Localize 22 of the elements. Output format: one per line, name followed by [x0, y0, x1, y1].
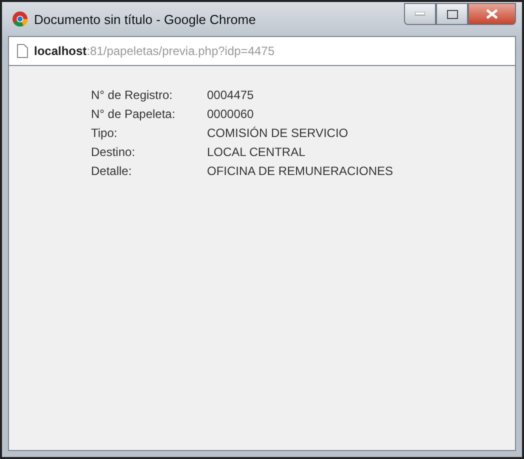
url-path: :81/papeletas/previa.php?idp=4475 [86, 44, 275, 58]
maximize-button[interactable] [436, 3, 468, 25]
address-bar[interactable]: localhost:81/papeletas/previa.php?idp=4475 [8, 36, 516, 66]
field-label: Tipo: [91, 126, 118, 140]
field-label: Detalle: [91, 164, 133, 178]
field-value: 0000060 [207, 107, 255, 121]
field-label: N° de Registro: [91, 88, 174, 102]
url-host: localhost [34, 44, 87, 58]
close-icon [486, 9, 498, 19]
minimize-button[interactable] [404, 3, 436, 25]
field-label: Destino: [91, 145, 136, 159]
field-value: OFICINA DE REMUNERACIONES [207, 164, 394, 178]
window-title: Documento sin título - Google Chrome [34, 12, 257, 26]
close-button[interactable] [468, 3, 516, 25]
field-value: LOCAL CENTRAL [207, 145, 306, 159]
field-value: COMISIÓN DE SERVICIO [207, 126, 350, 140]
browser-logo-icon [12, 11, 28, 27]
minimize-icon [415, 12, 425, 16]
field-label: N° de Papeleta: [91, 107, 176, 121]
page-icon [17, 44, 28, 58]
field-value: 0004475 [207, 88, 255, 102]
maximize-icon [446, 10, 458, 18]
